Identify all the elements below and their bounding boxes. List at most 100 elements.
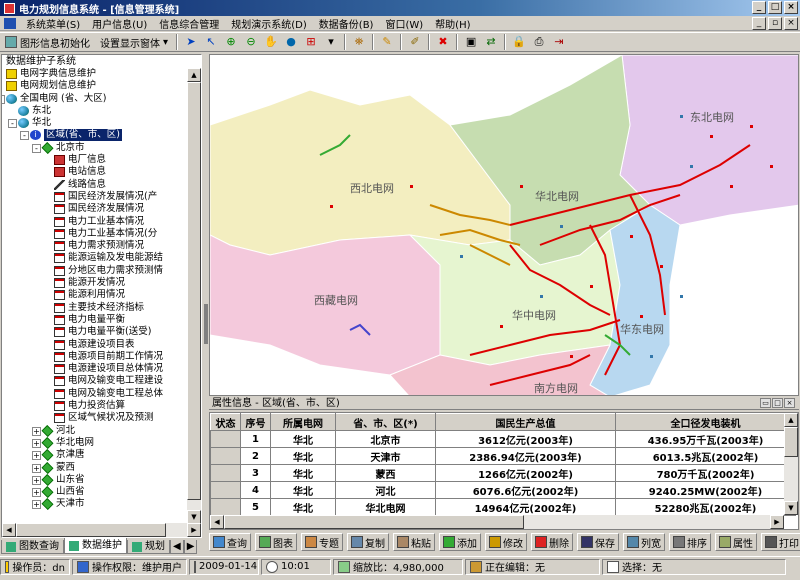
grid-hscroll-thumb[interactable] bbox=[224, 515, 524, 529]
table-cell[interactable]: 1 bbox=[240, 430, 271, 448]
menu-backup[interactable]: 数据备份(B) bbox=[313, 16, 380, 31]
column-header[interactable]: 序号 bbox=[240, 413, 271, 431]
table-cell[interactable]: 436.95万千瓦(2003年) bbox=[615, 430, 796, 448]
full-extent-icon[interactable]: ⊞ bbox=[303, 34, 319, 50]
tree-node[interactable]: - 全国电网 (省、大区) bbox=[2, 93, 189, 105]
scroll-right-icon[interactable]: ▶ bbox=[187, 523, 201, 537]
layers-icon[interactable]: ⛯ bbox=[351, 34, 367, 50]
tree-node[interactable]: 电源建设项目表 bbox=[2, 339, 189, 351]
substation-marker[interactable] bbox=[570, 355, 573, 358]
pan-hand-icon[interactable]: ✋ bbox=[263, 34, 279, 50]
table-cell[interactable]: 3 bbox=[240, 464, 271, 482]
expand-toggle-icon[interactable]: + bbox=[32, 488, 41, 498]
save-icon[interactable]: ▣ bbox=[463, 34, 479, 50]
table-cell[interactable]: 2386.94亿元(2003年) bbox=[435, 447, 616, 465]
tree-vertical-scrollbar[interactable]: ▲ ▼ bbox=[187, 68, 201, 524]
tree-node[interactable]: 电站信息 bbox=[2, 166, 189, 178]
display-window-button[interactable]: 设置显示窗体 ▾ bbox=[95, 35, 173, 50]
splitter-grip[interactable] bbox=[204, 304, 208, 344]
maximize-button[interactable]: □ bbox=[768, 1, 782, 14]
tree-node[interactable]: 电力电量平衡 bbox=[2, 314, 189, 326]
query-button[interactable]: 查询 bbox=[209, 533, 251, 551]
substation-marker[interactable] bbox=[680, 115, 683, 118]
select-point-icon[interactable]: ↖ bbox=[203, 34, 219, 50]
collapse-toggle-icon[interactable]: - bbox=[8, 119, 17, 129]
menu-help[interactable]: 帮助(H) bbox=[429, 16, 476, 31]
menu-user[interactable]: 用户信息(U) bbox=[86, 16, 153, 31]
draw-icon[interactable]: ✐ bbox=[407, 34, 423, 50]
table-cell[interactable]: 河北 bbox=[335, 481, 436, 499]
thematic-button[interactable]: 专题 bbox=[301, 533, 343, 551]
column-header[interactable]: 国民生产总值 bbox=[435, 413, 616, 431]
table-cell[interactable]: 4 bbox=[240, 481, 271, 499]
substation-marker[interactable] bbox=[460, 255, 463, 258]
table-cell[interactable]: 1266亿元(2002年) bbox=[435, 464, 616, 482]
tree-node[interactable]: - 北京市 bbox=[2, 142, 189, 154]
tree-node[interactable]: 电力需求预测情况 bbox=[2, 240, 189, 252]
grid-scroll-right-icon[interactable]: ▶ bbox=[770, 515, 784, 529]
substation-marker[interactable] bbox=[540, 295, 543, 298]
table-cell[interactable]: 华北 bbox=[270, 481, 336, 499]
edit-button[interactable]: 修改 bbox=[485, 533, 527, 551]
expand-toggle-icon[interactable]: + bbox=[32, 463, 41, 473]
lock-icon[interactable]: 🔒 bbox=[511, 34, 527, 50]
tree-node[interactable]: 分地区电力需求预测情 bbox=[2, 265, 189, 277]
tree-node[interactable]: 电源建设项目总体情况 bbox=[2, 363, 189, 375]
chart-button[interactable]: 图表 bbox=[255, 533, 297, 551]
tree-node[interactable]: 线路信息 bbox=[2, 179, 189, 191]
table-cell[interactable]: 6076.6亿元(2002年) bbox=[435, 481, 616, 499]
expand-toggle-icon[interactable]: + bbox=[32, 475, 41, 485]
tree-node[interactable]: + 蒙西 bbox=[2, 462, 189, 474]
menu-system[interactable]: 系统菜单(S) bbox=[20, 16, 86, 31]
substation-marker[interactable] bbox=[520, 185, 523, 188]
tree-node[interactable]: - i 区域(省、市、区) bbox=[2, 129, 189, 142]
panel-close-button[interactable]: × bbox=[784, 398, 795, 408]
copy-button[interactable]: 复制 bbox=[347, 533, 389, 551]
table-cell[interactable]: 华北 bbox=[270, 447, 336, 465]
table-cell[interactable]: 9240.25MW(2002年) bbox=[615, 481, 796, 499]
tree-node[interactable]: 电力投资估算 bbox=[2, 400, 189, 412]
column-header[interactable]: 状态 bbox=[210, 413, 241, 431]
column-header[interactable]: 全口径发电装机 bbox=[615, 413, 796, 431]
substation-marker[interactable] bbox=[710, 135, 713, 138]
substation-marker[interactable] bbox=[630, 235, 633, 238]
table-cell[interactable]: 华北电网 bbox=[335, 498, 436, 516]
table-row[interactable]: 5 华北 华北电网 14964亿元(2002年) 52280兆瓦(2002年) bbox=[210, 498, 796, 516]
zoom-in-icon[interactable]: ⊕ bbox=[223, 34, 239, 50]
table-cell[interactable]: 5 bbox=[240, 498, 271, 516]
table-cell[interactable] bbox=[210, 447, 241, 465]
table-cell[interactable]: 北京市 bbox=[335, 430, 436, 448]
tree-node[interactable]: 国民经济发展情况(产 bbox=[2, 191, 189, 203]
grid-vscroll-thumb[interactable] bbox=[784, 427, 798, 457]
add-button[interactable]: 添加 bbox=[439, 533, 481, 551]
scroll-up-icon[interactable]: ▲ bbox=[187, 68, 201, 82]
substation-marker[interactable] bbox=[640, 315, 643, 318]
tree-node[interactable]: 电源项目前期工作情况 bbox=[2, 351, 189, 363]
edit-icon[interactable]: ✎ bbox=[379, 34, 395, 50]
tree-node[interactable]: + 天津市 bbox=[2, 498, 189, 511]
map-init-button[interactable]: 图形信息初始化 bbox=[0, 35, 95, 50]
panel-maximize-button[interactable]: □ bbox=[772, 398, 783, 408]
tree-node[interactable]: 主要技术经济指标 bbox=[2, 302, 189, 314]
table-cell[interactable]: 2 bbox=[240, 447, 271, 465]
tree-node[interactable]: 电力工业基本情况 bbox=[2, 216, 189, 228]
globe-icon[interactable]: ● bbox=[283, 34, 299, 50]
table-row[interactable]: 4 华北 河北 6076.6亿元(2002年) 9240.25MW(2002年) bbox=[210, 481, 796, 499]
tree-node[interactable]: + 山西省 bbox=[2, 486, 189, 499]
properties-button[interactable]: 属性 bbox=[715, 533, 757, 551]
map-region-ne[interactable] bbox=[619, 55, 799, 226]
panel-restore-button[interactable]: ▭ bbox=[760, 398, 771, 408]
tab-map-query[interactable]: 图数查询 bbox=[1, 540, 64, 554]
scroll-left-icon[interactable]: ◀ bbox=[2, 523, 16, 537]
table-cell[interactable]: 14964亿元(2002年) bbox=[435, 498, 616, 516]
expand-toggle-icon[interactable]: + bbox=[32, 438, 41, 448]
grid-horizontal-scrollbar[interactable]: ◀ ▶ bbox=[210, 515, 784, 529]
save-button[interactable]: 保存 bbox=[577, 533, 619, 551]
paste-button[interactable]: 粘贴 bbox=[393, 533, 435, 551]
table-row[interactable]: 3 华北 蒙西 1266亿元(2002年) 780万千瓦(2002年) bbox=[210, 464, 796, 482]
menu-plan-demo[interactable]: 规划演示系统(D) bbox=[225, 16, 313, 31]
substation-marker[interactable] bbox=[330, 205, 333, 208]
substation-marker[interactable] bbox=[590, 285, 593, 288]
tree-node[interactable]: 电厂信息 bbox=[2, 154, 189, 166]
delete-icon[interactable]: ✖ bbox=[435, 34, 451, 50]
